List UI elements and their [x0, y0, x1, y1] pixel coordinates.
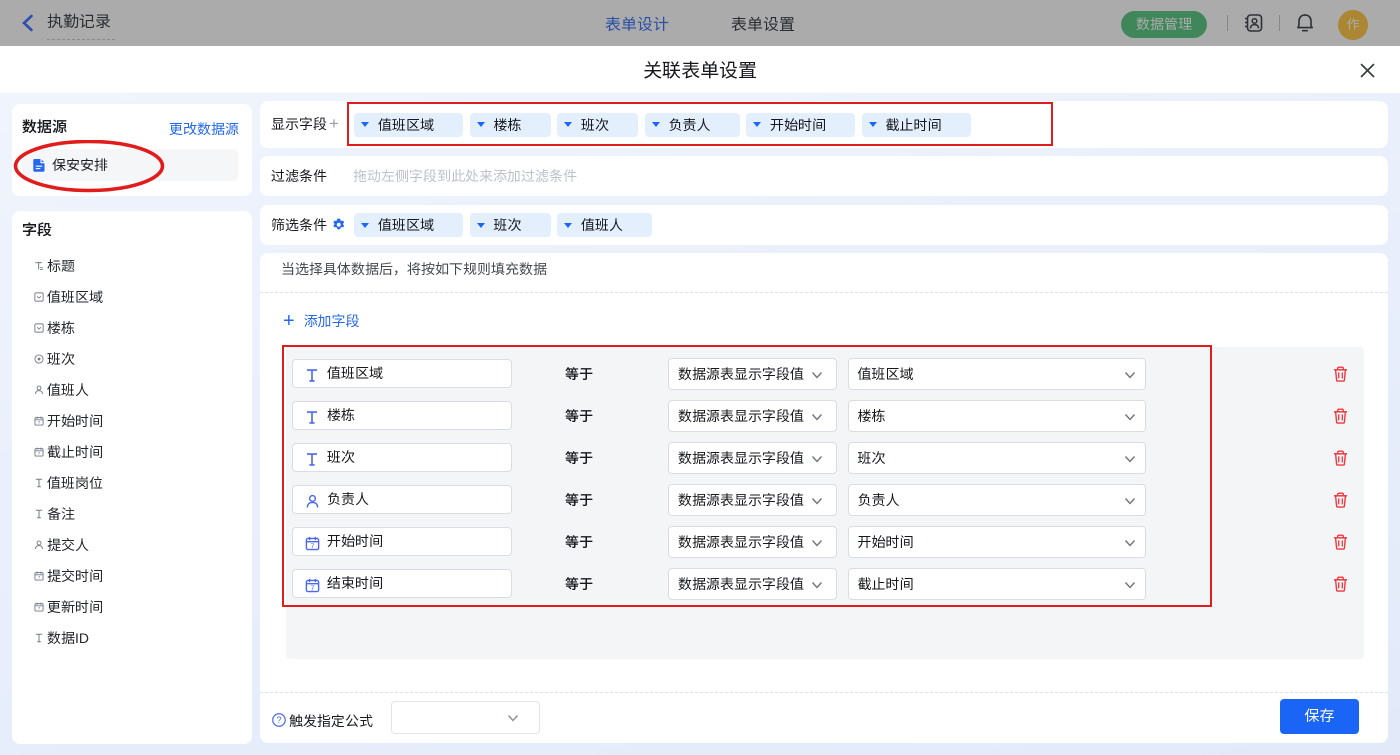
svg-text:7: 7 [37, 420, 40, 425]
svg-text:7: 7 [37, 451, 40, 456]
svg-text:7: 7 [37, 606, 40, 611]
svg-text:?: ? [276, 715, 281, 725]
svg-text:7: 7 [37, 575, 40, 580]
